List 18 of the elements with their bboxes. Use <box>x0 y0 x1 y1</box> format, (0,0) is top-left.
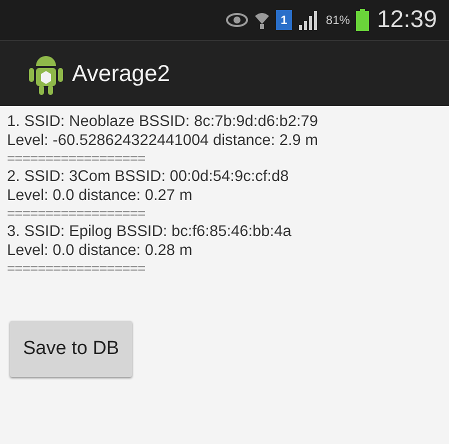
sim-badge: 1 <box>276 10 292 30</box>
separator-text: ================== <box>7 260 146 277</box>
battery-icon <box>356 9 369 31</box>
result-text: 1. SSID: Neoblaze BSSID: 8c:7b:9d:d6:b2:79 <box>7 112 320 131</box>
separator-text: ================== <box>7 150 146 167</box>
eye-icon <box>226 13 248 27</box>
save-button[interactable]: Save to DB <box>10 321 132 377</box>
result-text: 3. SSID: Epilog BSSID: bc:f6:85:46:bb:4a <box>7 222 292 241</box>
result-text: Level: 0.0 distance: 0.28 m <box>7 241 194 260</box>
battery-percent: 81% <box>326 13 350 27</box>
wifi-icon <box>254 10 270 30</box>
separator-text: ================== <box>7 205 146 222</box>
result-text: 2. SSID: 3Com BSSID: 00:0d:54:9c:cf:d8 <box>7 167 290 186</box>
app-title: Average2 <box>72 60 170 87</box>
clock: 12:39 <box>376 6 437 34</box>
signal-icon <box>298 10 320 30</box>
result-text: Level: 0.0 distance: 0.27 m <box>7 186 194 205</box>
result-text: Level: -60.528624322441004 distance: 2.9 m <box>7 131 320 150</box>
